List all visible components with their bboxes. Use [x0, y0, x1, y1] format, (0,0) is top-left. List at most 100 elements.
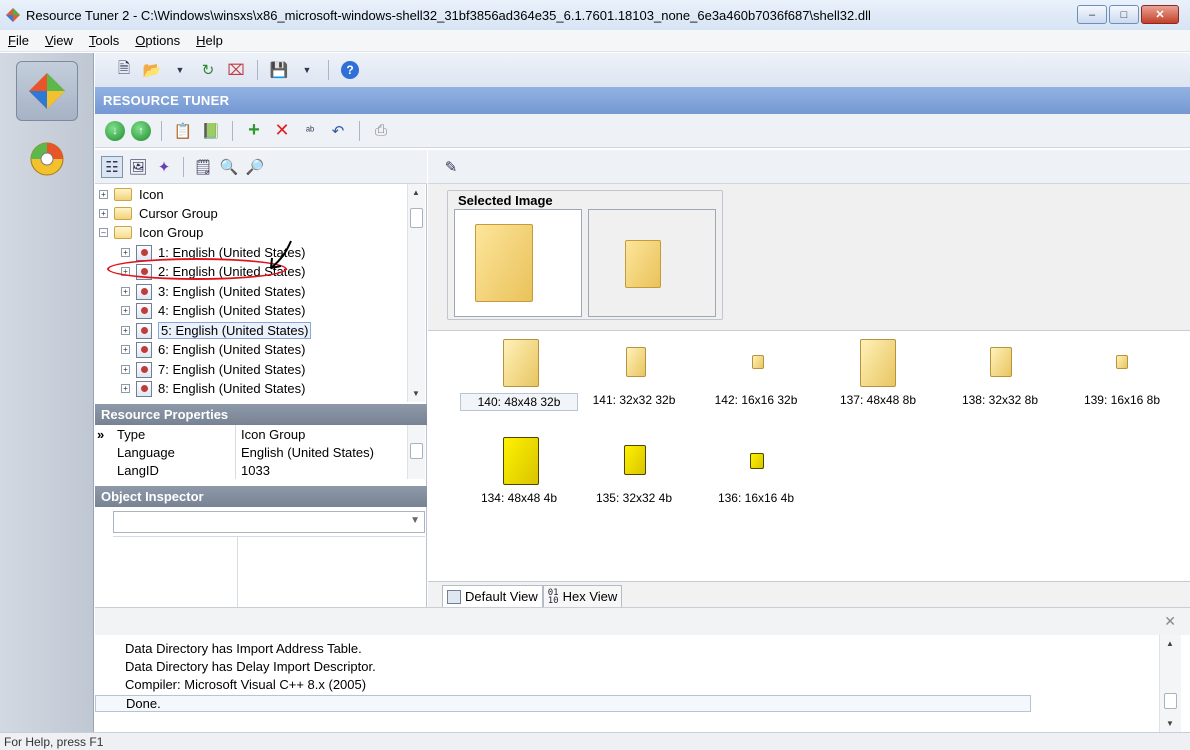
dropdown-arrow-icon[interactable]: ▼ — [169, 59, 191, 81]
main-toolbar: 🗎 📂 ▼ ↻ ⌧ 💾 ▼ ? — [95, 53, 1190, 87]
move-up-icon[interactable]: ↑ — [131, 120, 151, 141]
gallery-item[interactable]: 142: 16x16 32b — [702, 337, 810, 407]
resource-icon — [136, 322, 152, 339]
expand-icon[interactable]: + — [121, 326, 130, 335]
property-row[interactable]: LangID 1033 — [95, 461, 407, 479]
tree-item-resource[interactable]: +3: English (United States) — [121, 282, 305, 301]
scroll-thumb[interactable] — [410, 208, 423, 228]
dropdown-arrow-icon[interactable]: ▼ — [296, 59, 318, 81]
find-next-icon[interactable]: 🔎 — [244, 156, 266, 178]
scroll-down-icon[interactable]: ▼ — [1166, 719, 1174, 728]
tree-item-resource[interactable]: +8: English (United States) — [121, 379, 305, 398]
close-log-icon[interactable]: ✕ — [1164, 613, 1176, 630]
menu-bar: File View Tools Options Help — [0, 30, 1190, 52]
tree-view-icon[interactable]: ☷ — [101, 155, 123, 178]
tree-item-cursor-group[interactable]: + Cursor Group — [99, 204, 218, 223]
log-scrollbar[interactable]: ▲ ▼ — [1159, 635, 1181, 732]
resource-icon — [136, 244, 152, 261]
expand-icon[interactable]: + — [99, 209, 108, 218]
tree-item-resource-selected[interactable]: +5: English (United States) — [121, 321, 312, 340]
minimize-button[interactable]: – — [1077, 5, 1107, 24]
scan-launch-button[interactable] — [16, 129, 78, 189]
tree-item-icon[interactable]: + Icon — [99, 185, 164, 204]
new-file-icon[interactable]: 🗎 — [113, 59, 135, 81]
scroll-thumb[interactable] — [1164, 693, 1177, 709]
object-inspector-grid — [113, 536, 425, 608]
find-icon[interactable]: 🔍 — [218, 156, 240, 178]
tree-item-icon-group[interactable]: – Icon Group — [99, 223, 203, 242]
move-down-icon[interactable]: ↓ — [105, 120, 125, 141]
left-pane: ☷ 🖼 ✦ 🗒 🔍 🔎 + Icon + Cursor Group – Icon Gr… — [95, 150, 427, 608]
expand-icon[interactable]: + — [121, 248, 130, 257]
collapse-icon[interactable]: – — [99, 228, 108, 237]
tab-default-view[interactable]: Default View — [442, 585, 543, 607]
resource-toolbar: ↓ ↑ 📋 📗 + ✕ ᵃᵇ ↶ ⎙ — [95, 114, 1190, 148]
help-icon[interactable]: ? — [339, 59, 361, 81]
scroll-up-icon[interactable]: ▲ — [1166, 639, 1174, 648]
property-row[interactable]: » Type Icon Group — [95, 425, 407, 443]
status-bar: For Help, press F1 — [0, 732, 1190, 750]
scroll-thumb[interactable] — [410, 443, 423, 459]
edit-icon[interactable]: ✎ — [440, 156, 462, 178]
property-row[interactable]: Language English (United States) — [95, 443, 407, 461]
tree-item-resource[interactable]: +6: English (United States) — [121, 340, 305, 359]
object-inspector-header: Object Inspector — [95, 486, 427, 507]
open-folder-icon[interactable]: 📂 — [141, 59, 163, 81]
resource-tuner-launch-button[interactable] — [16, 61, 78, 121]
selected-image-large — [454, 209, 582, 317]
delete-resource-icon[interactable]: ✕ — [271, 120, 293, 142]
print-icon[interactable]: ⎙ — [370, 120, 392, 142]
icon-gallery: 140: 48x48 32b 141: 32x32 32b 142: 16x16… — [428, 331, 1190, 581]
properties-icon[interactable]: 🗒 — [192, 156, 214, 178]
resource-icon — [136, 302, 152, 319]
gallery-item[interactable]: 135: 32x32 4b — [580, 435, 688, 505]
tree-scrollbar[interactable]: ▲ ▼ — [407, 184, 425, 402]
save-icon[interactable]: 💾 — [268, 59, 290, 81]
close-file-icon[interactable]: ⌧ — [225, 59, 247, 81]
scroll-up-icon[interactable]: ▲ — [412, 188, 420, 197]
toolbar-separator — [183, 156, 184, 177]
menu-help[interactable]: Help — [196, 33, 223, 48]
expand-icon[interactable]: + — [121, 287, 130, 296]
menu-options[interactable]: Options — [135, 33, 180, 48]
menu-view[interactable]: View — [45, 33, 73, 48]
gallery-item[interactable]: 139: 16x16 8b — [1068, 337, 1176, 407]
undo-icon[interactable]: ↶ — [327, 120, 349, 142]
scroll-down-icon[interactable]: ▼ — [412, 389, 420, 398]
toolbar-separator — [328, 60, 329, 80]
tree-item-resource[interactable]: +4: English (United States) — [121, 301, 305, 320]
tree-item-resource[interactable]: +7: English (United States) — [121, 360, 305, 379]
import-icon[interactable]: 📋 — [172, 120, 194, 142]
folder-icon — [114, 188, 132, 201]
gallery-item[interactable]: 137: 48x48 8b — [824, 337, 932, 407]
log-line-selected[interactable]: Done. — [95, 695, 1031, 712]
refresh-icon[interactable]: ↻ — [197, 59, 219, 81]
maximize-button[interactable]: □ — [1109, 5, 1139, 24]
filter-icon[interactable]: ✦ — [153, 156, 175, 178]
expand-icon[interactable]: + — [99, 190, 108, 199]
gallery-item[interactable]: 141: 32x32 32b — [580, 337, 688, 407]
expand-icon[interactable]: + — [121, 365, 130, 374]
column-divider — [237, 537, 238, 608]
folder-icon — [625, 240, 661, 288]
log-panel: Data Directory has Import Address Table.… — [95, 635, 1159, 732]
rename-icon[interactable]: ᵃᵇ — [299, 120, 321, 142]
expand-icon[interactable]: + — [121, 345, 130, 354]
folder-icon — [114, 207, 132, 220]
gallery-item[interactable]: 138: 32x32 8b — [946, 337, 1054, 407]
expand-icon[interactable]: + — [121, 306, 130, 315]
window-title: Resource Tuner 2 - C:\Windows\winsxs\x86… — [26, 7, 871, 23]
gallery-item[interactable]: 134: 48x48 4b — [460, 435, 578, 505]
expand-icon[interactable]: + — [121, 384, 130, 393]
close-button[interactable]: ✕ — [1141, 5, 1179, 24]
menu-tools[interactable]: Tools — [89, 33, 119, 48]
gallery-item[interactable]: 140: 48x48 32b — [460, 337, 578, 411]
object-inspector-select[interactable]: ▼ — [113, 511, 425, 533]
export-icon[interactable]: 📗 — [200, 120, 222, 142]
image-view-icon[interactable]: 🖼 — [127, 156, 149, 178]
gallery-item[interactable]: 136: 16x16 4b — [702, 435, 810, 505]
menu-file[interactable]: File — [8, 33, 29, 48]
add-resource-icon[interactable]: + — [243, 119, 265, 142]
tab-hex-view[interactable]: 01 10 Hex View — [542, 585, 623, 607]
properties-scrollbar[interactable] — [407, 425, 425, 479]
